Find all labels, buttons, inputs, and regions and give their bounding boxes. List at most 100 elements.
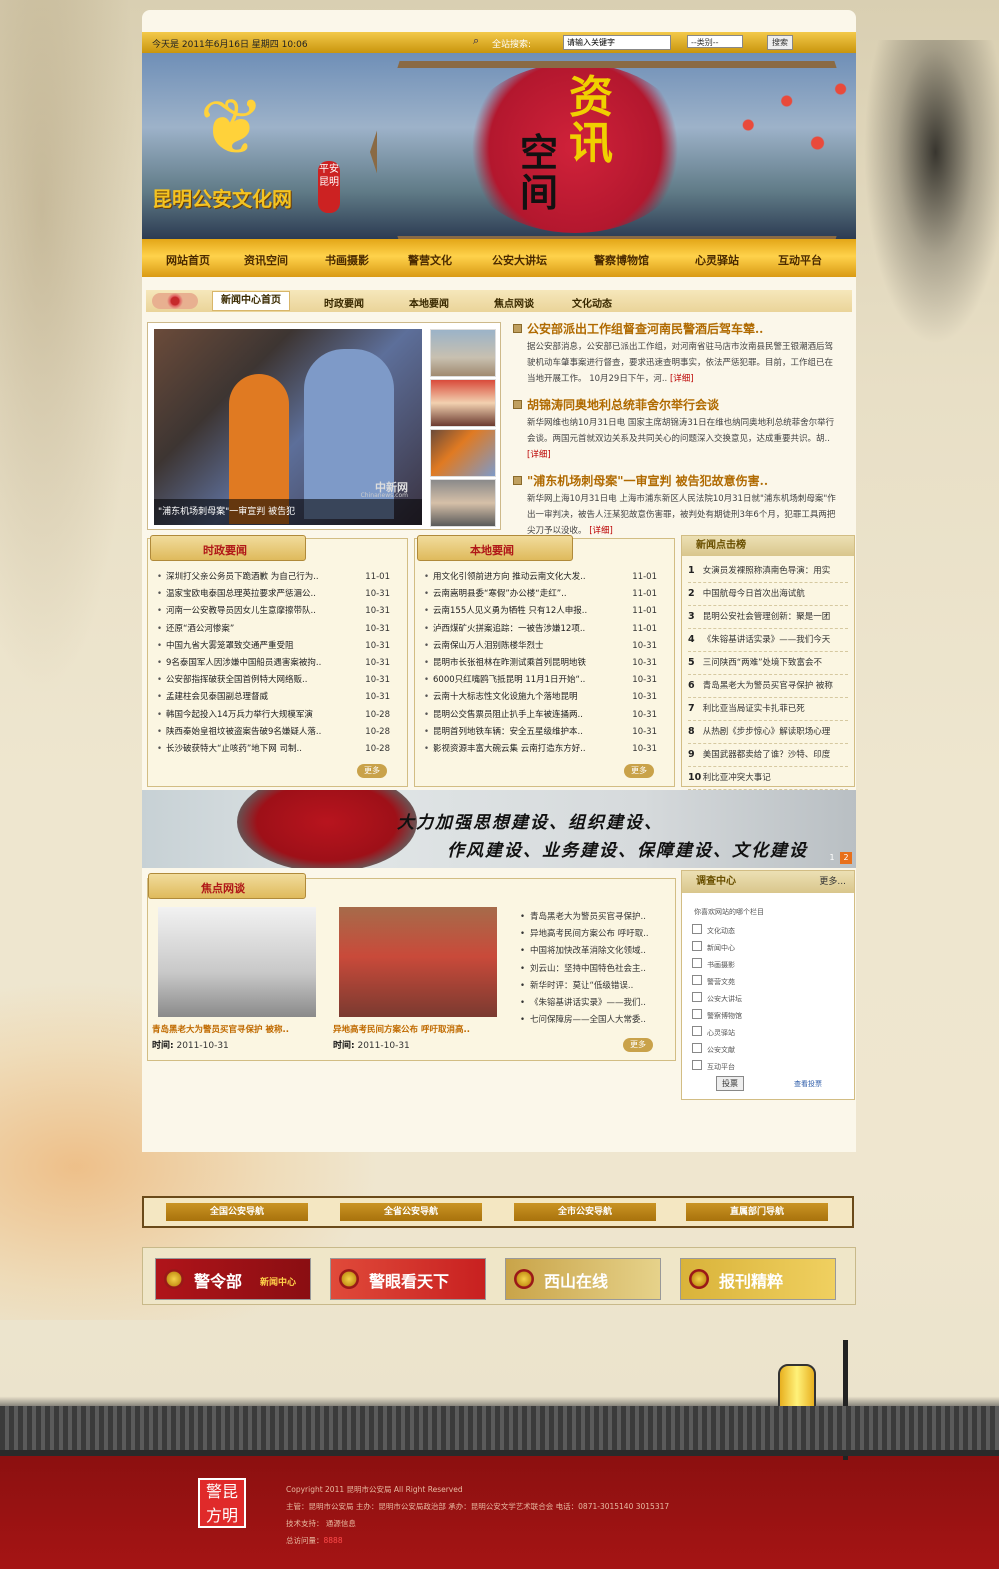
nav-item-interact[interactable]: 互动平台 [778, 252, 822, 268]
list-item[interactable]: 七问保障房——全国人大常委.. [520, 1012, 670, 1029]
list-item[interactable]: 9名泰国军人因涉嫌中国船员遇害案被拘..10-31 [156, 655, 398, 672]
featured-caption[interactable]: "浦东机场刺母案"一审宣判 被告犯 [154, 499, 422, 525]
more-button[interactable]: 更多 [357, 764, 387, 778]
list-item[interactable]: 温家宝欧电泰国总理英拉要求严惩湄公..10-31 [156, 586, 398, 603]
link-banner-jingyan[interactable]: 警眼看天下 [330, 1258, 486, 1300]
list-item[interactable]: 长沙破获特大“止咳药”地下网 司制..10-28 [156, 741, 398, 758]
list-item[interactable]: 6000只红嘴鸥飞抵昆明 11月1日开始“..10-31 [423, 672, 665, 689]
nav-item-news[interactable]: 资讯空间 [244, 252, 288, 268]
view-results-link[interactable]: 查看投票 [794, 1079, 822, 1089]
list-item[interactable]: 云南十大标志性文化设施九个落地昆明10-31 [423, 689, 665, 706]
tab-politics[interactable]: 时政要闻 [324, 295, 364, 310]
list-item[interactable]: 陕西秦始皇祖坟被盗案告破9名嫌疑人落..10-28 [156, 724, 398, 741]
tab-focus[interactable]: 焦点网谈 [494, 295, 534, 310]
list-item[interactable]: 中国九省大雾笼罩致交通严重受阻10-31 [156, 638, 398, 655]
survey-more-link[interactable]: 更多... [819, 871, 846, 893]
survey-option[interactable]: 警察博物馆 [692, 1008, 854, 1025]
police-nav-national[interactable]: 全国公安导航 [166, 1203, 308, 1221]
survey-option[interactable]: 新闻中心 [692, 940, 854, 957]
list-item[interactable]: 昆明市长张祖林在昨测试乘首列昆明地铁10-31 [423, 655, 665, 672]
list-item[interactable]: 云南保山万人泪别陈楼华烈士10-31 [423, 638, 665, 655]
checkbox[interactable] [692, 975, 702, 985]
more-button[interactable]: 更多 [623, 1038, 653, 1052]
category-select[interactable]: --类别-- [687, 35, 743, 48]
tab-culture[interactable]: 文化动态 [572, 295, 612, 310]
list-item[interactable]: 刘云山：坚持中国特色社会主.. [520, 961, 670, 978]
detail-link[interactable]: [详细] [670, 374, 694, 384]
headline-title[interactable]: "浦东机场刺母案"一审宣判 被告犯故意伤害.. [511, 472, 841, 489]
nav-item-forum[interactable]: 公安大讲坛 [492, 252, 547, 268]
survey-option[interactable]: 文化动态 [692, 923, 854, 940]
search-input[interactable] [563, 35, 671, 50]
list-item[interactable]: 韩国今起投入14万兵力举行大规模军演10-28 [156, 707, 398, 724]
checkbox[interactable] [692, 958, 702, 968]
list-item[interactable]: 7 利比亚当局证实卡扎菲已死 [688, 698, 848, 721]
list-item[interactable]: 1 女演员发裸照称滇南色导演：用实 [688, 560, 848, 583]
focus-image[interactable] [158, 907, 316, 1017]
list-item[interactable]: 孟建柱会见泰国副总理督威10-31 [156, 689, 398, 706]
survey-option[interactable]: 警营文苑 [692, 974, 854, 991]
site-logo-text[interactable]: 昆明公安文化网 [152, 183, 292, 212]
list-item[interactable]: 新华时评：莫让“低级错误.. [520, 978, 670, 995]
focus-image[interactable] [339, 907, 497, 1017]
detail-link[interactable]: [详细] [589, 526, 613, 536]
checkbox[interactable] [692, 992, 702, 1002]
police-nav-departments[interactable]: 直属部门导航 [686, 1203, 828, 1221]
list-item[interactable]: 5 三问陕西“两难”处境下致富会不 [688, 652, 848, 675]
slide-page-1[interactable]: 1 [826, 852, 838, 864]
list-item[interactable]: 10 利比亚冲突大事记 [688, 767, 848, 790]
nav-item-museum[interactable]: 警察博物馆 [594, 252, 649, 268]
list-item[interactable]: 3 昆明公安社会管理创新：聚是一团 [688, 606, 848, 629]
slide-page-2[interactable]: 2 [840, 852, 852, 864]
tab-local[interactable]: 本地要闻 [409, 295, 449, 310]
tab-news-home[interactable]: 新闻中心首页 [212, 291, 290, 311]
list-item[interactable]: 影视资源丰富大碗云集 云南打造东方好..10-31 [423, 741, 665, 758]
search-button[interactable]: 搜索 [767, 35, 793, 50]
police-nav-province[interactable]: 全省公安导航 [340, 1203, 482, 1221]
more-button[interactable]: 更多 [624, 764, 654, 778]
detail-link[interactable]: [详细] [527, 450, 551, 460]
nav-item-culture[interactable]: 警营文化 [408, 252, 452, 268]
checkbox[interactable] [692, 1026, 702, 1036]
list-item[interactable]: 深圳打父亲公务员下跪酒歉 为自己行为..11-01 [156, 569, 398, 586]
headline-title[interactable]: 公安部派出工作组督查河南民警酒后驾车辇.. [511, 320, 841, 337]
list-item[interactable]: 9 美国武器都卖给了谁？沙特、印度 [688, 744, 848, 767]
list-item[interactable]: 中国将加快改革消除文化领域.. [520, 943, 670, 960]
link-banner-xishan[interactable]: 西山在线 [505, 1258, 661, 1300]
link-banner-jinglingbu[interactable]: 警令部 新闻中心 [155, 1258, 311, 1300]
list-item[interactable]: 4 《朱镕基讲话实录》——我们今天 [688, 629, 848, 652]
survey-option[interactable]: 心灵驿站 [692, 1025, 854, 1042]
checkbox[interactable] [692, 941, 702, 951]
thumbnail[interactable] [430, 329, 496, 377]
focus-card[interactable]: 异地高考民间方案公布 呼吁取消高.. 时间: 2011-10-31 [333, 907, 505, 1051]
focus-caption[interactable]: 异地高考民间方案公布 呼吁取消高.. [333, 1023, 505, 1035]
survey-option[interactable]: 公安文献 [692, 1042, 854, 1059]
list-item[interactable]: 公安部指挥破获全国首例特大网络贩..10-31 [156, 672, 398, 689]
nav-item-mind[interactable]: 心灵驿站 [695, 252, 739, 268]
list-item[interactable]: 2 中国航母今日首次出海试航 [688, 583, 848, 606]
survey-option[interactable]: 书画摄影 [692, 957, 854, 974]
list-item[interactable]: 《朱镕基讲话实录》——我们.. [520, 995, 670, 1012]
featured-main-photo[interactable]: 中新网 Chinanews.com "浦东机场刺母案"一审宣判 被告犯 [154, 329, 422, 525]
thumbnail[interactable] [430, 479, 496, 527]
checkbox[interactable] [692, 1009, 702, 1019]
focus-caption[interactable]: 青岛黑老大为警员买官寻保护 被称.. [152, 1023, 324, 1035]
checkbox[interactable] [692, 1043, 702, 1053]
list-item[interactable]: 异地高考民间方案公布 呼吁取.. [520, 926, 670, 943]
list-item[interactable]: 青岛黑老大为警员买官寻保护.. [520, 909, 670, 926]
list-item[interactable]: 昆明首列地铁车辆：安全五星级维护本..10-31 [423, 724, 665, 741]
link-banner-baokan[interactable]: 报刊精粹 [680, 1258, 836, 1300]
police-nav-city[interactable]: 全市公安导航 [514, 1203, 656, 1221]
focus-card[interactable]: 青岛黑老大为警员买官寻保护 被称.. 时间: 2011-10-31 [152, 907, 324, 1051]
checkbox[interactable] [692, 1060, 702, 1070]
vote-button[interactable]: 投票 [716, 1076, 744, 1091]
headline-title[interactable]: 胡锦涛同奥地利总统菲舍尔举行会谈 [511, 396, 841, 413]
list-item[interactable]: 泸西煤矿火拼案追踪：一被告涉嫌12项..11-01 [423, 621, 665, 638]
list-item[interactable]: 8 从热剧《步步惊心》解读职场心理 [688, 721, 848, 744]
list-item[interactable]: 云南嵩明县委“寒假”办公楼“走红”..11-01 [423, 586, 665, 603]
list-item[interactable]: 云南155人见义勇为牺牲 只有12人申报..11-01 [423, 603, 665, 620]
thumbnail[interactable] [430, 379, 496, 427]
list-item[interactable]: 河南一公安教导员因女儿生意摩擦带队..10-31 [156, 603, 398, 620]
survey-option[interactable]: 互动平台 [692, 1059, 854, 1076]
thumbnail[interactable] [430, 429, 496, 477]
